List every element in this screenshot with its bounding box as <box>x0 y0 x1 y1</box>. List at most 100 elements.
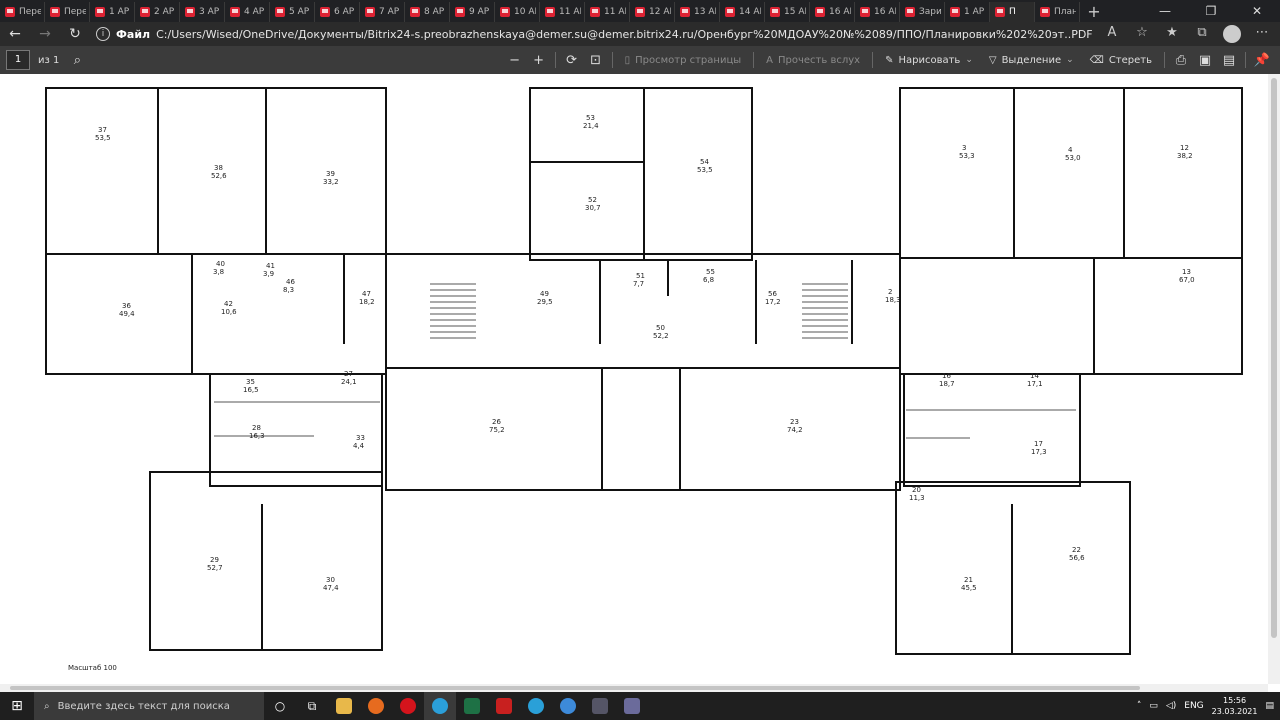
close-window-button[interactable]: ✕ <box>1234 0 1280 22</box>
tab[interactable]: 8 АР <box>405 2 450 22</box>
room-area: 24,1 <box>341 378 357 386</box>
explorer-icon[interactable] <box>328 692 360 720</box>
tab[interactable]: 1 АР <box>945 2 990 22</box>
task-view-icon[interactable]: ○ <box>264 692 296 720</box>
tab[interactable]: 2 АР <box>135 2 180 22</box>
print-icon[interactable]: ⎙ <box>1169 53 1193 68</box>
photos-icon[interactable] <box>584 692 616 720</box>
more-menu-icon[interactable]: ⋯ <box>1250 25 1274 43</box>
tab[interactable]: 5 АР <box>270 2 315 22</box>
tab[interactable]: 3 АР <box>180 2 225 22</box>
windows-start-icon[interactable]: ⊞ <box>0 698 34 714</box>
tab[interactable]: 9 АР <box>450 2 495 22</box>
room-number: 42 <box>224 300 233 308</box>
tab[interactable]: 1 АР <box>90 2 135 22</box>
tab[interactable]: 14 АР <box>720 2 765 22</box>
chevron-up-icon[interactable]: ˄ <box>1137 701 1142 711</box>
zoom-in-icon[interactable]: + <box>527 53 551 68</box>
opera-icon[interactable] <box>392 692 424 720</box>
scroll-thumb[interactable] <box>10 686 1140 690</box>
chevron-down-icon[interactable]: ⌄ <box>1066 55 1074 65</box>
url-field[interactable]: i Файл C:/Users/Wised/OneDrive/Документы… <box>90 23 1100 45</box>
tab[interactable]: Зари <box>900 2 945 22</box>
calculator-icon[interactable] <box>616 692 648 720</box>
collections-icon[interactable]: ⧉ <box>1190 25 1214 43</box>
excel-icon[interactable] <box>456 692 488 720</box>
fit-page-icon[interactable]: ⊡ <box>584 53 608 68</box>
back-button[interactable]: ← <box>0 26 30 42</box>
tab[interactable]: 6 АР <box>315 2 360 22</box>
favorites-icon[interactable]: ★ <box>1160 25 1184 43</box>
tab[interactable]: 16 АР <box>855 2 900 22</box>
rotate-icon[interactable]: ⟳ <box>560 53 584 68</box>
save-icon[interactable]: ▣ <box>1193 53 1217 68</box>
volume-icon[interactable]: ◁) <box>1166 701 1176 711</box>
tab[interactable]: План <box>1035 2 1080 22</box>
tab[interactable]: 12 АР <box>630 2 675 22</box>
vertical-scrollbar[interactable] <box>1268 74 1280 684</box>
zoom-out-icon[interactable]: − <box>503 53 527 68</box>
network-icon[interactable]: ▭ <box>1149 701 1158 711</box>
scroll-thumb[interactable] <box>1271 78 1277 638</box>
horizontal-scrollbar[interactable] <box>0 684 1268 692</box>
pdf-icon <box>410 7 420 17</box>
app-icon[interactable] <box>552 692 584 720</box>
firefox-icon[interactable] <box>360 692 392 720</box>
read-aloud-icon[interactable]: A <box>1100 25 1124 43</box>
tab[interactable]: Пере <box>45 2 90 22</box>
tab[interactable]: 11 АР <box>585 2 630 22</box>
profile-avatar[interactable] <box>1220 25 1244 43</box>
favorite-star-icon[interactable]: ☆ <box>1130 25 1154 43</box>
telegram-icon[interactable] <box>520 692 552 720</box>
page-number-input[interactable]: 1 <box>6 50 30 70</box>
room-number: 54 <box>700 158 709 166</box>
room-area: 33,2 <box>323 178 339 186</box>
room-area: 29,5 <box>537 298 553 306</box>
acrobat-icon[interactable] <box>488 692 520 720</box>
room-area: 52,6 <box>211 172 227 180</box>
chevron-down-icon[interactable]: ⌄ <box>965 55 973 65</box>
edge-icon[interactable] <box>424 692 456 720</box>
room-number: 21 <box>964 576 973 584</box>
room-area: 4,4 <box>353 442 365 450</box>
pdf-icon <box>770 7 780 17</box>
room-area: 52,7 <box>207 564 223 572</box>
room-number: 56 <box>768 290 777 298</box>
notifications-icon[interactable]: ▤ <box>1265 701 1274 711</box>
new-tab-button[interactable]: + <box>1080 2 1108 22</box>
read-aloud-button[interactable]: A Прочесть вслух <box>758 55 868 66</box>
url-text[interactable]: C:/Users/Wised/OneDrive/Документы/Bitrix… <box>156 28 1093 41</box>
forward-button[interactable]: → <box>30 26 60 42</box>
tab[interactable]: 15 АР <box>765 2 810 22</box>
language-indicator[interactable]: ENG <box>1184 701 1203 711</box>
draw-button[interactable]: ✎ Нарисовать ⌄ <box>877 55 981 66</box>
minimize-button[interactable]: — <box>1142 0 1188 22</box>
widgets-icon[interactable]: ⧉ <box>296 692 328 720</box>
tab[interactable]: 4 АР <box>225 2 270 22</box>
eraser-icon: ⌫ <box>1089 54 1104 66</box>
clock[interactable]: 15:56 23.03.2021 <box>1212 695 1258 717</box>
tab[interactable]: 11 АР <box>540 2 585 22</box>
tab[interactable]: Пере <box>0 2 45 22</box>
tab[interactable]: 7 АР <box>360 2 405 22</box>
draw-label: Нарисовать <box>898 54 961 66</box>
tab[interactable]: 10 АР <box>495 2 540 22</box>
highlight-button[interactable]: ▽ Выделение ⌄ <box>981 55 1082 66</box>
reload-button[interactable]: ↻ <box>60 26 90 42</box>
tab[interactable]: 13 АР <box>675 2 720 22</box>
room-area: 18,2 <box>359 298 375 306</box>
save-as-icon[interactable]: ▤ <box>1217 53 1241 68</box>
tab-label: 3 АР <box>199 7 220 17</box>
restore-button[interactable]: ❐ <box>1188 0 1234 22</box>
room-number: 2 <box>888 288 892 296</box>
pdf-toolbar: 1 из 1 ⌕ − + ⟳ ⊡ ▯ Просмотр страницы A Про… <box>0 46 1280 74</box>
search-icon[interactable]: ⌕ <box>65 53 89 68</box>
tab[interactable]: 16 АР <box>810 2 855 22</box>
tab[interactable]: П <box>990 2 1035 22</box>
pin-icon[interactable]: 📌 <box>1250 53 1274 68</box>
info-icon[interactable]: i <box>96 27 110 41</box>
page-view-button[interactable]: ▯ Просмотр страницы <box>617 55 750 66</box>
taskbar-search[interactable]: ⌕ Введите здесь текст для поиска <box>34 692 264 720</box>
tab-label: 2 АР <box>154 7 175 17</box>
erase-button[interactable]: ⌫ Стереть <box>1082 55 1160 66</box>
